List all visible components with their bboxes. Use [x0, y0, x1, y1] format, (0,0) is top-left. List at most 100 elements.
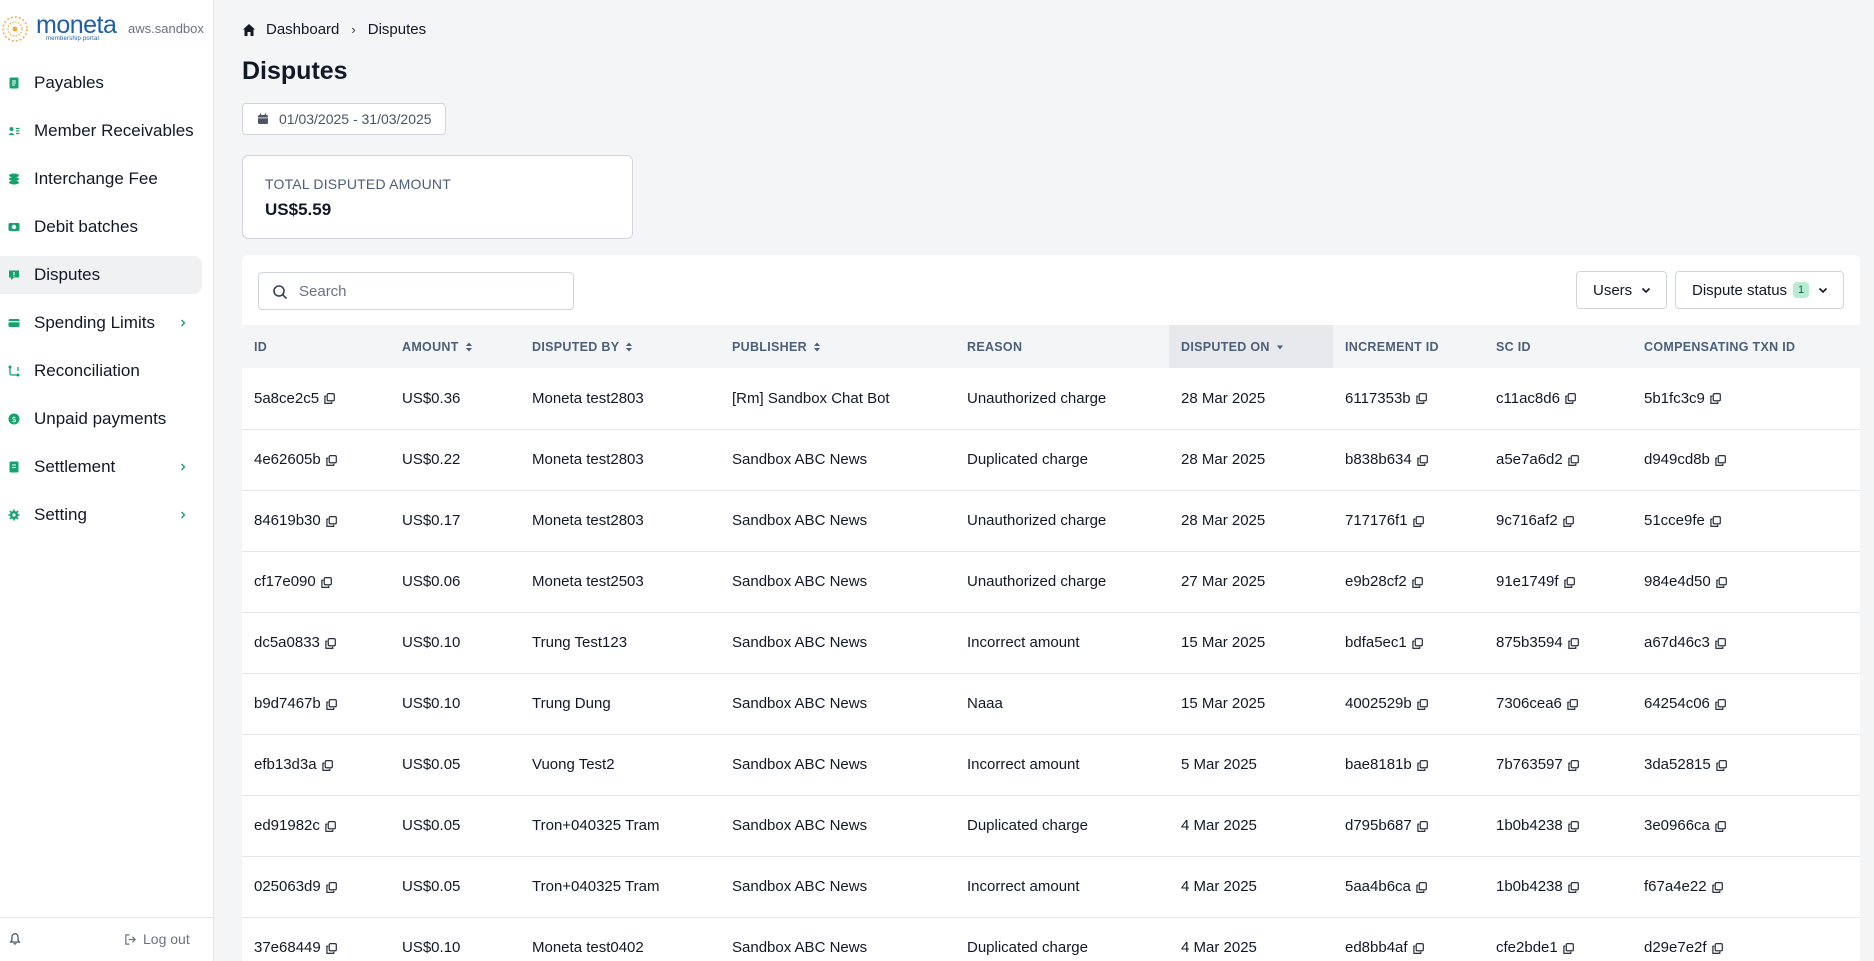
column-header-amount[interactable]: AMOUNT	[390, 325, 520, 368]
cell-reason: Incorrect amount	[955, 612, 1169, 673]
copy-icon[interactable]	[1417, 820, 1428, 832]
copy-icon[interactable]	[1563, 942, 1574, 954]
sidebar-item-member-receivables[interactable]: Member Receivables	[0, 112, 202, 150]
sidebar-item-unpaid-payments[interactable]: $ Unpaid payments	[0, 400, 202, 438]
copy-icon[interactable]	[1715, 820, 1726, 832]
copy-icon[interactable]	[1568, 637, 1579, 649]
cell-value: Sandbox ABC News	[732, 634, 868, 651]
copy-icon[interactable]	[325, 820, 336, 832]
sidebar-item-label: Disputes	[34, 265, 101, 284]
cell-value: Sandbox ABC News	[732, 573, 868, 590]
copy-icon[interactable]	[326, 881, 337, 893]
copy-icon[interactable]	[1568, 820, 1579, 832]
copy-icon[interactable]	[321, 576, 332, 588]
chevron-right-icon[interactable]	[176, 460, 190, 474]
copy-icon[interactable]	[1417, 759, 1428, 771]
copy-icon[interactable]	[1412, 515, 1424, 527]
calendar-icon	[258, 113, 268, 124]
breadcrumb-dashboard-link[interactable]: Dashboard	[266, 21, 339, 38]
table-row[interactable]: 025063d9 US$0.05 Tron+040325 Tram Sandbox A…	[242, 856, 1860, 917]
bell-icon[interactable]	[8, 932, 22, 946]
logout-button[interactable]: Log out	[124, 931, 190, 947]
copy-icon[interactable]	[1563, 576, 1575, 588]
copy-icon[interactable]	[1417, 454, 1428, 466]
date-range-picker[interactable]: 01/03/2025 - 31/03/2025	[242, 103, 446, 135]
copy-icon[interactable]	[1715, 454, 1726, 466]
column-header-disputed-on[interactable]: DISPUTED ON	[1169, 325, 1333, 368]
cell-publisher: Sandbox ABC News	[720, 795, 955, 856]
copy-icon[interactable]	[1711, 942, 1723, 954]
table-row[interactable]: ed91982c US$0.05 Tron+040325 Tram Sandbox A…	[242, 795, 1860, 856]
copy-icon[interactable]	[321, 759, 333, 771]
copy-icon[interactable]	[1412, 576, 1423, 588]
copy-icon[interactable]	[1715, 698, 1726, 710]
chevron-right-icon[interactable]	[176, 316, 190, 330]
sort-icon[interactable]	[625, 341, 633, 353]
copy-icon[interactable]	[324, 393, 335, 405]
users-filter-button[interactable]: Users	[1576, 271, 1668, 309]
copy-icon[interactable]	[326, 454, 337, 466]
table-row[interactable]: 37e68449 US$0.10 Moneta test0402 Sandbox AB…	[242, 917, 1860, 961]
table-row[interactable]: 5a8ce2c5 US$0.36 Moneta test2803 [Rm] Sandb…	[242, 368, 1860, 429]
sidebar-item-label: Unpaid payments	[34, 409, 167, 428]
cell-increment-id: bdfa5ec1	[1333, 612, 1484, 673]
copy-icon[interactable]	[326, 942, 337, 954]
search-input[interactable]	[299, 273, 569, 309]
copy-icon[interactable]	[326, 698, 337, 710]
table-row[interactable]: cf17e090 US$0.06 Moneta test2503 Sandbox AB…	[242, 551, 1860, 612]
cell-sc-id: cfe2bde1	[1484, 917, 1632, 961]
sort-icon[interactable]	[465, 341, 473, 353]
copy-icon[interactable]	[1715, 637, 1726, 649]
cell-sc-id: c11ac8d6	[1484, 368, 1632, 429]
cell-value: f67a4e22	[1644, 878, 1707, 895]
column-header-label: SC ID	[1496, 339, 1531, 354]
sidebar-item-interchange-fee[interactable]: Interchange Fee	[0, 160, 202, 198]
copy-icon[interactable]	[1711, 881, 1723, 893]
sidebar-item-payables[interactable]: Payables	[0, 64, 202, 102]
sidebar-item-settlement[interactable]: Settlement	[0, 448, 202, 486]
chevron-right-icon[interactable]	[176, 508, 190, 522]
cell-sc-id: 91e1749f	[1484, 551, 1632, 612]
sidebar-item-setting[interactable]: Setting	[0, 496, 202, 534]
table-row[interactable]: 4e62605b US$0.22 Moneta test2803 Sandbox AB…	[242, 429, 1860, 490]
sort-icon[interactable]	[813, 341, 821, 353]
sidebar-item-reconciliation[interactable]: Reconciliation	[0, 352, 202, 390]
copy-icon[interactable]	[1412, 942, 1424, 954]
cell-disputed-by: Vuong Test2	[520, 734, 720, 795]
copy-icon[interactable]	[325, 637, 336, 649]
copy-icon[interactable]	[1412, 637, 1423, 649]
table-row[interactable]: efb13d3a US$0.05 Vuong Test2 Sandbox ABC Ne…	[242, 734, 1860, 795]
cell-value: Unauthorized charge	[967, 573, 1107, 590]
table-row[interactable]: dc5a0833 US$0.10 Trung Test123 Sandbox ABC …	[242, 612, 1860, 673]
copy-icon[interactable]	[1568, 454, 1579, 466]
column-header-publisher[interactable]: PUBLISHER	[720, 325, 955, 368]
cell-value: 1b0b4238	[1496, 817, 1563, 834]
copy-icon[interactable]	[1417, 698, 1428, 710]
copy-icon[interactable]	[1563, 515, 1574, 527]
table-row[interactable]: b9d7467b US$0.10 Trung Dung Sandbox ABC New…	[242, 673, 1860, 734]
copy-icon[interactable]	[1710, 393, 1721, 405]
copy-icon[interactable]	[1710, 515, 1721, 527]
sort-desc-icon[interactable]	[1276, 341, 1284, 353]
cell-disputed-by: Moneta test2803	[520, 490, 720, 551]
copy-icon[interactable]	[1416, 881, 1427, 893]
copy-icon[interactable]	[326, 515, 337, 527]
copy-icon[interactable]	[1415, 393, 1427, 405]
cell-disputed-on: 27 Mar 2025	[1169, 551, 1333, 612]
home-icon[interactable]	[242, 23, 256, 37]
column-header-disputed-by[interactable]: DISPUTED BY	[520, 325, 720, 368]
copy-icon[interactable]	[1716, 576, 1727, 588]
dispute-status-filter-button[interactable]: Dispute status 1	[1675, 271, 1845, 309]
copy-icon[interactable]	[1568, 759, 1579, 771]
sidebar-item-debit-batches[interactable]: Debit batches	[0, 208, 202, 246]
table-row[interactable]: 84619b30 US$0.17 Moneta test2803 Sandbox AB…	[242, 490, 1860, 551]
sidebar-item-spending-limits[interactable]: Spending Limits	[0, 304, 202, 342]
cell-value: 5 Mar 2025	[1181, 756, 1257, 773]
sidebar-item-disputes[interactable]: Disputes	[0, 256, 202, 294]
cell-amount: US$0.05	[390, 856, 520, 917]
copy-icon[interactable]	[1716, 759, 1727, 771]
copy-icon[interactable]	[1567, 698, 1578, 710]
reconciliation-icon	[8, 365, 20, 377]
copy-icon[interactable]	[1565, 393, 1576, 405]
copy-icon[interactable]	[1568, 881, 1579, 893]
